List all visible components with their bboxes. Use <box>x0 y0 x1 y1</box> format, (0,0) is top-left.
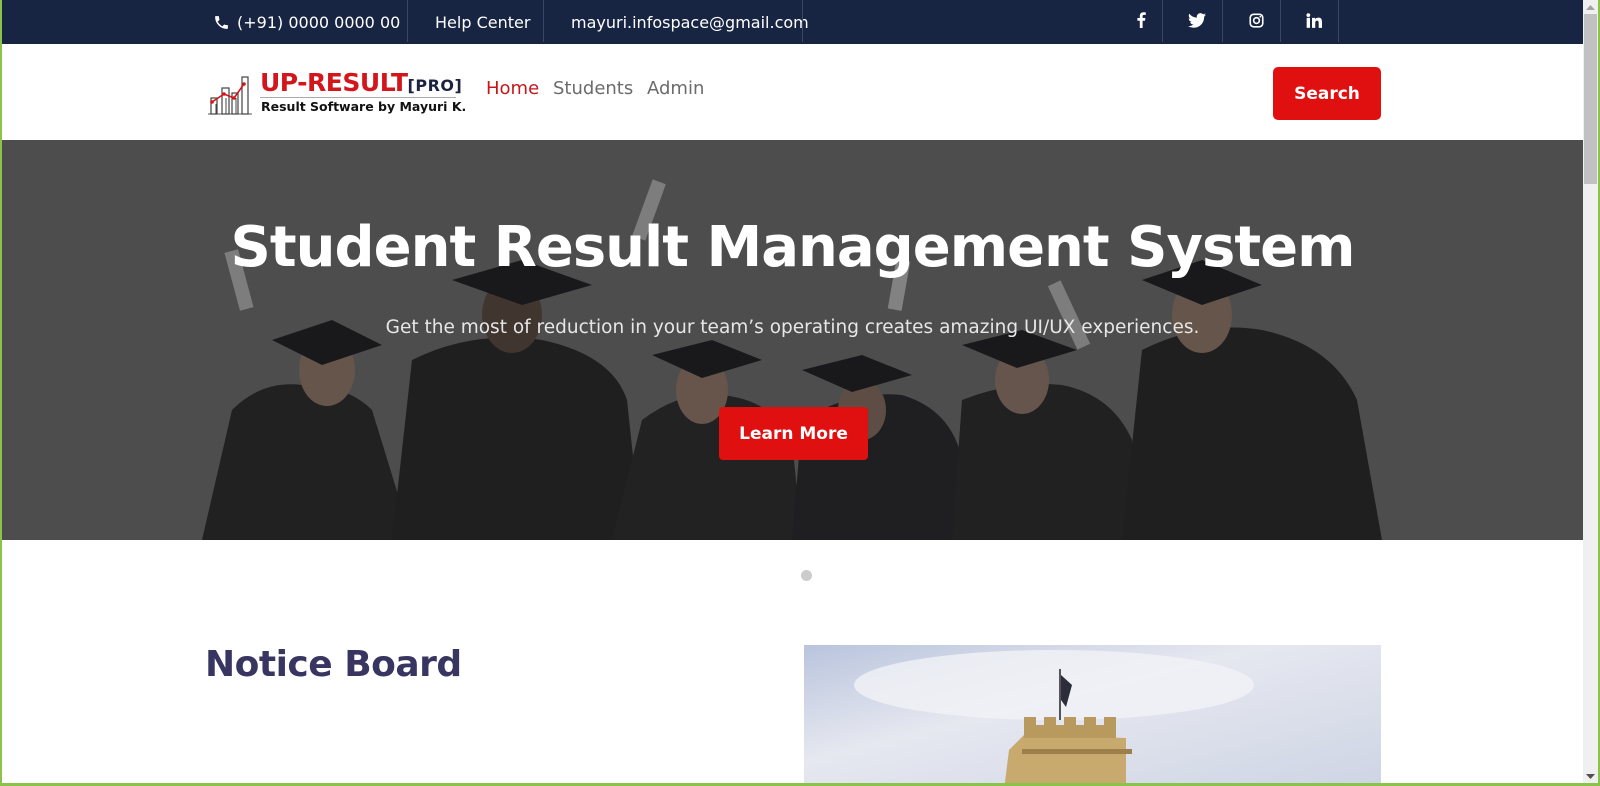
divider <box>802 0 803 42</box>
hero-banner <box>2 140 1583 540</box>
facebook-link[interactable] <box>1113 0 1169 44</box>
logo-wordmark: UP-RESULT <box>260 68 408 97</box>
graduates-photo <box>2 140 1583 540</box>
logo-pro-badge: [PRO] <box>407 76 463 95</box>
linkedin-icon <box>1306 12 1322 32</box>
help-center-link[interactable]: Help Center <box>435 0 530 44</box>
arrow-down-icon <box>1586 773 1595 779</box>
hero-subtitle: Get the most of reduction in your team’s… <box>385 317 1200 338</box>
nav-students[interactable]: Students <box>553 78 633 99</box>
divider <box>1162 0 1163 42</box>
arrow-up-icon <box>1586 4 1595 10</box>
page: (+91) 0000 0000 00 Help Center mayuri.in… <box>2 0 1583 783</box>
divider <box>407 0 408 42</box>
phone-icon <box>213 14 230 31</box>
phone-number: (+91) 0000 0000 00 <box>237 12 401 32</box>
search-button[interactable]: Search <box>1273 67 1381 120</box>
nav-admin[interactable]: Admin <box>647 78 704 99</box>
logo-title: UP-RESULT[PRO] <box>260 68 462 97</box>
divider <box>1280 0 1281 42</box>
linkedin-link[interactable] <box>1286 0 1342 44</box>
logo-divider <box>260 97 456 98</box>
instagram-icon <box>1248 12 1264 32</box>
email-address: mayuri.infospace@gmail.com <box>571 12 809 32</box>
divider <box>1222 0 1223 42</box>
facebook-icon <box>1135 12 1147 32</box>
campus-tower-photo <box>804 645 1381 783</box>
top-contact-bar: (+91) 0000 0000 00 Help Center mayuri.in… <box>2 0 1583 44</box>
scroll-up-button[interactable] <box>1583 0 1598 14</box>
help-center-label: Help Center <box>435 12 531 32</box>
divider <box>543 0 544 42</box>
learn-more-button[interactable]: Learn More <box>719 407 868 460</box>
scroll-down-button[interactable] <box>1583 769 1598 783</box>
notice-board-heading: Notice Board <box>205 644 462 685</box>
email-link[interactable]: mayuri.infospace@gmail.com <box>571 0 809 44</box>
hero-title: Student Result Management System <box>230 215 1356 280</box>
nav-home[interactable]: Home <box>486 78 539 99</box>
carousel-dot[interactable] <box>801 570 812 581</box>
twitter-link[interactable] <box>1169 0 1225 44</box>
scroll-thumb[interactable] <box>1584 14 1597 184</box>
phone-contact[interactable]: (+91) 0000 0000 00 <box>213 0 400 44</box>
logo-subtitle: Result Software by Mayuri K. <box>261 99 467 114</box>
twitter-icon <box>1188 12 1206 32</box>
vertical-scrollbar[interactable] <box>1583 0 1598 783</box>
divider <box>1338 0 1339 42</box>
chart-logo-icon <box>208 76 252 115</box>
instagram-link[interactable] <box>1228 0 1284 44</box>
